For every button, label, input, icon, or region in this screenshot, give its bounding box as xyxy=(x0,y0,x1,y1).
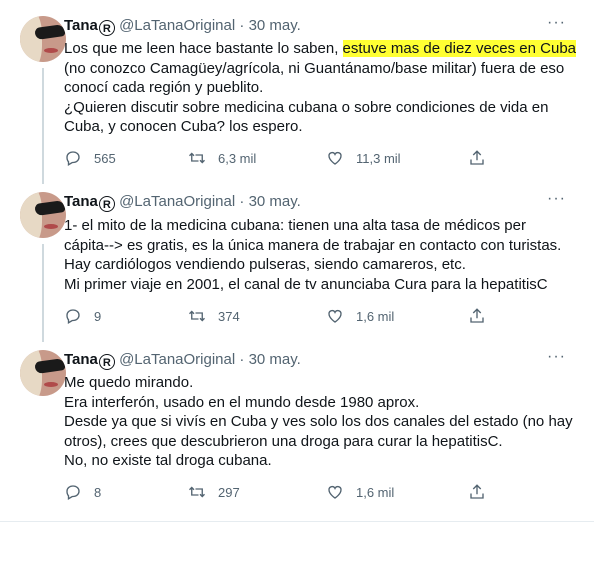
timestamp[interactable]: 30 may. xyxy=(249,17,301,34)
tweet-line: No, no existe tal droga cubana. xyxy=(64,452,272,469)
tweet-line: Cuba, y conocen Cuba? los espero. xyxy=(64,118,303,135)
retweet-icon xyxy=(189,310,205,322)
more-icon[interactable]: ··· xyxy=(547,190,566,208)
share-icon xyxy=(470,308,484,323)
tweet-line: Los que me leen hace bastante lo saben, xyxy=(64,40,343,57)
separator-dot: · xyxy=(239,193,245,210)
tweet-line: otros), crees que descubrieron una droga… xyxy=(64,432,503,450)
retweet-count: 374 xyxy=(218,308,240,324)
registered-badge-icon: R xyxy=(98,20,115,36)
like-icon xyxy=(328,151,342,165)
tweet-line: Mi primer viaje en 2001, el canal de tv … xyxy=(64,275,548,293)
tweet-line: (no conozco Camagüey/agrícola, ni Guantá… xyxy=(64,59,565,77)
registered-badge-icon: R xyxy=(98,196,115,212)
retweet-icon xyxy=(189,486,205,498)
like-count: 1,6 mil xyxy=(356,484,395,500)
tweet-header: Tana R @LaTanaOriginal · 30 may. xyxy=(64,350,301,370)
like-count: 1,6 mil xyxy=(356,308,395,324)
reply-count: 8 xyxy=(94,484,102,500)
reply-icon xyxy=(66,309,80,324)
tweet-actions: 9 374 1,6 mil xyxy=(64,307,504,327)
avatar[interactable] xyxy=(20,192,66,238)
retweet-count: 297 xyxy=(218,484,240,500)
like-icon xyxy=(328,485,342,499)
like-icon xyxy=(328,309,342,323)
tweet-text: Los que me leen hace bastante lo saben, … xyxy=(64,39,577,137)
tweet-line: 1- el mito de la medicina cubana: tienen… xyxy=(64,217,526,234)
like-button[interactable]: 11,3 mil xyxy=(326,149,401,167)
reply-button[interactable]: 565 xyxy=(64,149,116,167)
separator-dot: · xyxy=(239,17,245,34)
display-name[interactable]: Tana xyxy=(64,351,98,368)
share-button[interactable] xyxy=(468,307,498,325)
tweet-line: Me quedo mirando. xyxy=(64,374,194,391)
handle[interactable]: @LaTanaOriginal xyxy=(119,193,235,210)
timestamp[interactable]: 30 may. xyxy=(249,193,301,210)
more-icon[interactable]: ··· xyxy=(547,348,566,366)
avatar[interactable] xyxy=(20,16,66,62)
display-name[interactable]: Tana xyxy=(64,193,98,210)
retweet-count: 6,3 mil xyxy=(218,150,257,166)
tweet-line: cápita--> es gratis, es la única manera … xyxy=(64,236,562,254)
tweet-line: Hay cardiólogos vendiendo pulseras, sien… xyxy=(64,256,466,273)
like-button[interactable]: 1,6 mil xyxy=(326,307,394,325)
tweet-header: Tana R @LaTanaOriginal · 30 may. xyxy=(64,192,301,212)
reply-button[interactable]: 9 xyxy=(64,307,101,325)
handle[interactable]: @LaTanaOriginal xyxy=(119,17,235,34)
thread-bottom-divider xyxy=(0,521,594,522)
more-icon[interactable]: ··· xyxy=(547,14,566,32)
reply-button[interactable]: 8 xyxy=(64,483,101,501)
share-icon xyxy=(470,484,484,499)
tweet-line: ¿Quieren discutir sobre medicina cubana … xyxy=(64,98,549,116)
reply-count: 9 xyxy=(94,308,102,324)
handle[interactable]: @LaTanaOriginal xyxy=(119,351,235,368)
retweet-icon xyxy=(189,152,205,164)
like-button[interactable]: 1,6 mil xyxy=(326,483,394,501)
retweet-button[interactable]: 297 xyxy=(188,483,240,501)
share-button[interactable] xyxy=(468,483,498,501)
thread-line xyxy=(42,68,44,184)
share-button[interactable] xyxy=(468,149,498,167)
separator-dot: · xyxy=(239,351,245,368)
tweet-line: conocí cada región y pueblito. xyxy=(64,79,264,96)
avatar[interactable] xyxy=(20,350,66,396)
tweet-actions: 565 6,3 mil 11,3 mil xyxy=(64,149,504,169)
tweet-line: Desde ya que si vivís en Cuba y ves solo… xyxy=(64,413,573,430)
highlighted-text: estuve mas de diez veces en Cuba xyxy=(342,40,577,57)
tweet-line: Era interferón, usado en el mundo desde … xyxy=(64,393,420,411)
like-count: 11,3 mil xyxy=(356,150,401,166)
timestamp[interactable]: 30 may. xyxy=(249,351,301,368)
tweet-actions: 8 297 1,6 mil xyxy=(64,483,504,503)
retweet-button[interactable]: 374 xyxy=(188,307,240,325)
tweet-text: 1- el mito de la medicina cubana: tienen… xyxy=(64,216,574,294)
reply-count: 565 xyxy=(94,150,116,166)
thread-line xyxy=(42,244,44,342)
tweet-text: Me quedo mirando. Era interferón, usado … xyxy=(64,373,574,471)
display-name[interactable]: Tana xyxy=(64,17,98,34)
share-icon xyxy=(470,150,484,165)
retweet-button[interactable]: 6,3 mil xyxy=(188,149,256,167)
reply-icon xyxy=(66,151,80,166)
reply-icon xyxy=(66,485,80,500)
registered-badge-icon: R xyxy=(98,354,115,370)
tweet-header: Tana R @LaTanaOriginal · 30 may. xyxy=(64,16,301,36)
